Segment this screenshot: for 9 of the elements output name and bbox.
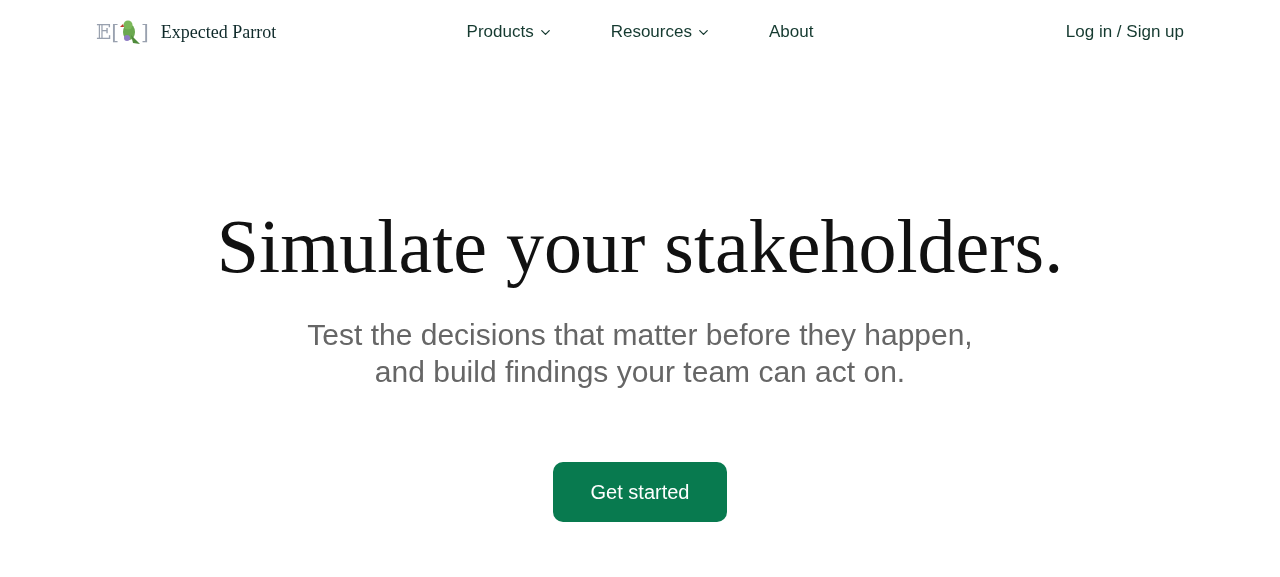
parrot-icon — [119, 19, 142, 45]
hero-title: Simulate your stakeholders. — [216, 206, 1064, 286]
hero-subtitle: Test the decisions that matter before they happen, and build findings your team can act on. — [307, 317, 973, 390]
nav-link[interactable]: About — [768, 19, 814, 45]
nav-menu[interactable]: Products — [466, 19, 553, 45]
login-link[interactable]: Log in / Sign up — [1065, 19, 1184, 45]
brand-name[interactable]: Expected Parrot — [160, 18, 277, 46]
get-started-button[interactable]: Get started — [553, 462, 727, 522]
nav-menu[interactable]: Resources — [610, 19, 711, 45]
